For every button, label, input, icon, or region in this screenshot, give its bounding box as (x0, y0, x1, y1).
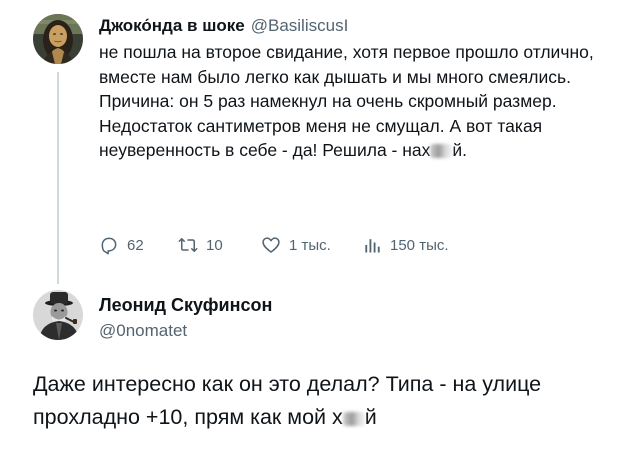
tweet1-paragraph-2-tail: й. (452, 140, 468, 161)
tweet-original: Джоко́нда в шоке @BasiliscusI не пошла на… (0, 0, 640, 284)
retweet-button[interactable]: 10 (178, 232, 223, 258)
views-icon (365, 239, 380, 253)
tweet1-author-handle[interactable]: @BasiliscusI (251, 16, 349, 35)
like-button[interactable]: 1 тыс. (261, 232, 331, 258)
tweet1-author-row: Джоко́нда в шоке @BasiliscusI (99, 15, 348, 37)
tweet2-author-handle[interactable]: @0nomatet (99, 320, 187, 342)
tweet2-author-name[interactable]: Леонид Скуфинсон (99, 294, 272, 316)
retweet-count: 10 (206, 236, 223, 254)
tweet1-paragraph-2: Причина: он 5 раз намекнул на очень скро… (99, 89, 619, 163)
reply-button[interactable]: 62 (99, 232, 144, 258)
tweet1-text: не пошла на второе свидание, хотя первое… (99, 40, 619, 163)
like-icon (262, 237, 280, 253)
tweet1-paragraph-2-main: Причина: он 5 раз намекнул на очень скро… (99, 91, 557, 161)
thread-line (57, 72, 59, 284)
censor-blur (430, 144, 453, 159)
avatar-gioconda[interactable] (33, 14, 83, 64)
reply-icon (101, 237, 117, 255)
tweet1-paragraph-1: не пошла на второе свидание, хотя первое… (99, 42, 594, 87)
reply-count: 62 (127, 236, 144, 254)
views-count: 150 тыс. (390, 236, 449, 254)
retweet-icon (178, 238, 198, 252)
like-count: 1 тыс. (289, 236, 331, 254)
censor-blur (342, 412, 365, 426)
tweet2-paragraph: Даже интересно как он это делал? Типа - … (33, 368, 623, 434)
tweet1-author-name[interactable]: Джоко́нда в шоке (99, 16, 245, 35)
tweet2-text-tail: й (364, 405, 377, 429)
views-button[interactable]: 150 тыс. (362, 232, 449, 258)
avatar-skufinson[interactable] (33, 290, 83, 340)
tweet1-action-bar: 62 10 1 тыс. 150 тыс. (99, 232, 519, 258)
avatar-skufinson-image (33, 290, 83, 340)
tweet2-text-main: Даже интересно как он это делал? Типа - … (33, 372, 542, 429)
tweet2-text: Даже интересно как он это делал? Типа - … (33, 368, 623, 434)
avatar-gioconda-image (33, 14, 83, 64)
